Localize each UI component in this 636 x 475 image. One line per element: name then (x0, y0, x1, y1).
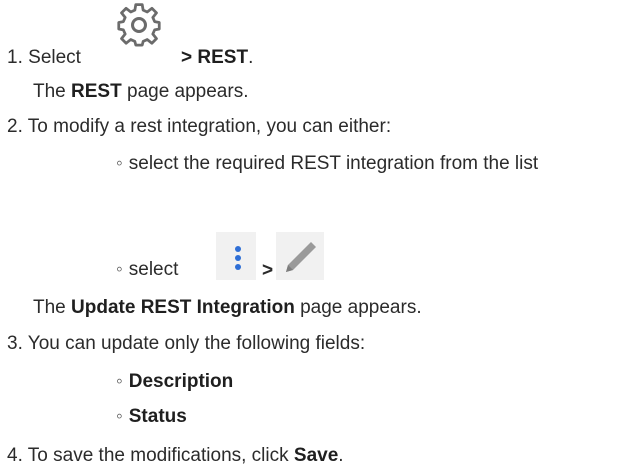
step-2-number: 2. (7, 116, 23, 137)
step-4-content: 4. To save the modifications, click Save… (7, 445, 344, 466)
step-1-result: The REST page appears. (33, 81, 249, 102)
bullet: ◦ (116, 153, 123, 174)
step-3-text: You can update only the following fields… (27, 333, 366, 354)
gear-icon (117, 3, 161, 47)
step-2-result: The Update REST Integration page appears… (33, 297, 422, 318)
step-1-suffix: > REST. (181, 47, 254, 68)
step-2: 2. To modify a rest integration, you can… (7, 115, 391, 139)
kebab-menu-icon (216, 232, 256, 280)
save-label: Save (293, 445, 339, 466)
step-1: 1. Select (7, 46, 81, 70)
field-status: ◦ Status (116, 406, 187, 427)
step-1-rest-label: > REST (181, 47, 249, 68)
bullet: ◦ (116, 406, 123, 427)
step-2-option-1: ◦ select the required REST integration fr… (116, 153, 539, 174)
step-1-prefix: Select (28, 47, 81, 68)
bullet: ◦ (116, 371, 123, 392)
update-rest-page-name: Update REST Integration (71, 297, 295, 318)
step-3: 3. You can update only the following fie… (7, 332, 365, 356)
step-1-number: 1. (7, 47, 23, 68)
step-2-option-2: ◦ select (116, 259, 179, 280)
step-2-separator: > (262, 260, 274, 281)
pencil-icon (276, 232, 324, 280)
step-2-text: To modify a rest integration, you can ei… (27, 116, 392, 137)
field-description: ◦ Description (116, 371, 234, 392)
rest-page-name: REST (71, 81, 122, 102)
bullet: ◦ (116, 259, 123, 280)
step-4-number: 4. (7, 445, 23, 466)
step-3-number: 3. (7, 333, 23, 354)
